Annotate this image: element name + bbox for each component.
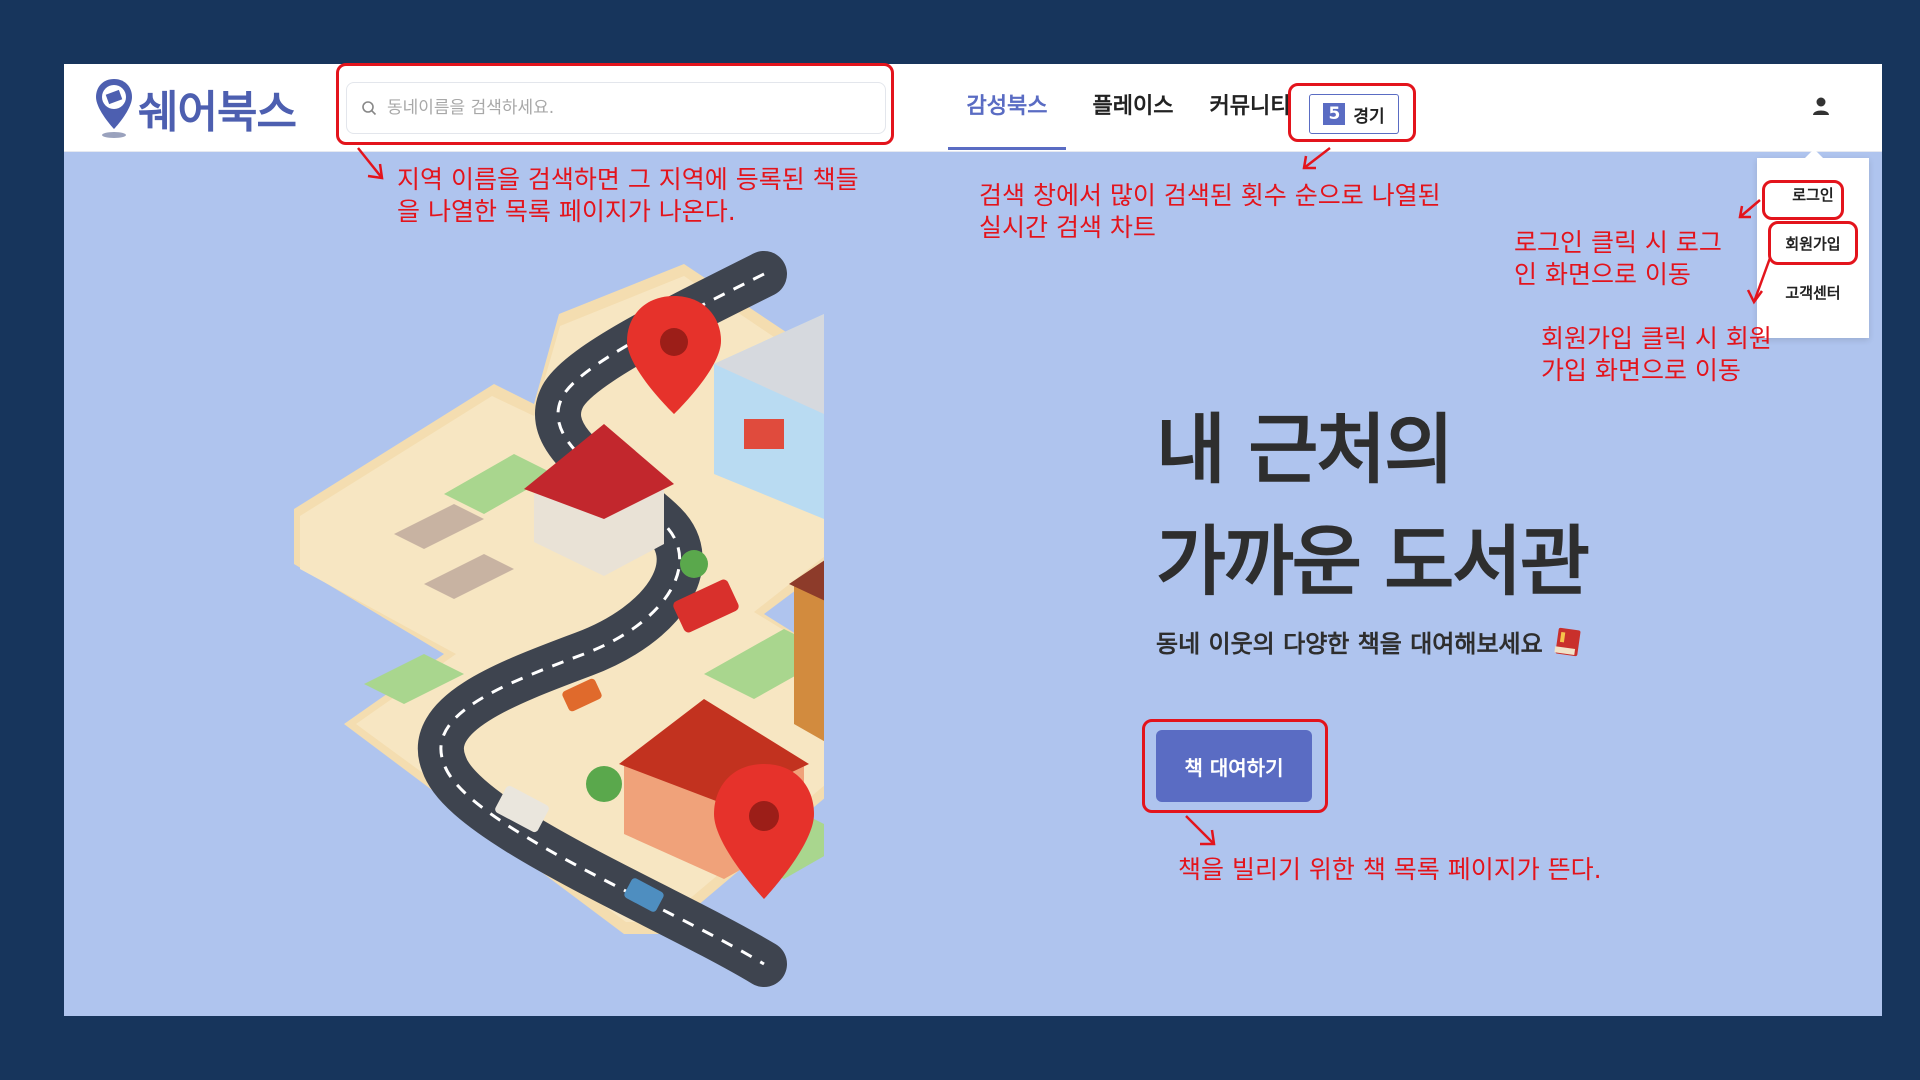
annotation-arrows (357, 147, 1772, 846)
annotation-text: 지역 이름을 검색하면 그 지역에 등록된 책들 (397, 165, 859, 194)
annotation-text: 가입 화면으로 이동 (1541, 356, 1741, 385)
annotation-text: 검색 창에서 많이 검색된 횟수 순으로 나열된 (979, 181, 1441, 210)
annotation-text: 로그인 클릭 시 로그 (1514, 228, 1722, 257)
annotation-search-note: 지역 이름을 검색하면 그 지역에 등록된 책들 을 나열한 목록 페이지가 나… (397, 164, 859, 228)
annotation-text: 을 나열한 목록 페이지가 나온다. (397, 197, 736, 226)
annotation-text: 인 화면으로 이동 (1514, 260, 1691, 289)
annotation-login-note: 로그인 클릭 시 로그 인 화면으로 이동 (1514, 227, 1722, 291)
annotation-text: 회원가입 클릭 시 회원 (1541, 324, 1772, 353)
annotation-signup-note: 회원가입 클릭 시 회원 가입 화면으로 이동 (1541, 323, 1772, 387)
app-frame: 쉐어북스 감성북스 플레이스 커뮤니티 5 경기 로그인 회원가입 고객센터 (64, 63, 1882, 1016)
annotation-text: 책을 빌리기 위한 책 목록 페이지가 뜬다. (1178, 855, 1602, 884)
annotation-rank-note: 검색 창에서 많이 검색된 횟수 순으로 나열된 실시간 검색 차트 (979, 180, 1441, 244)
annotation-cta-note: 책을 빌리기 위한 책 목록 페이지가 뜬다. (1178, 854, 1602, 886)
annotation-text: 실시간 검색 차트 (979, 213, 1156, 242)
